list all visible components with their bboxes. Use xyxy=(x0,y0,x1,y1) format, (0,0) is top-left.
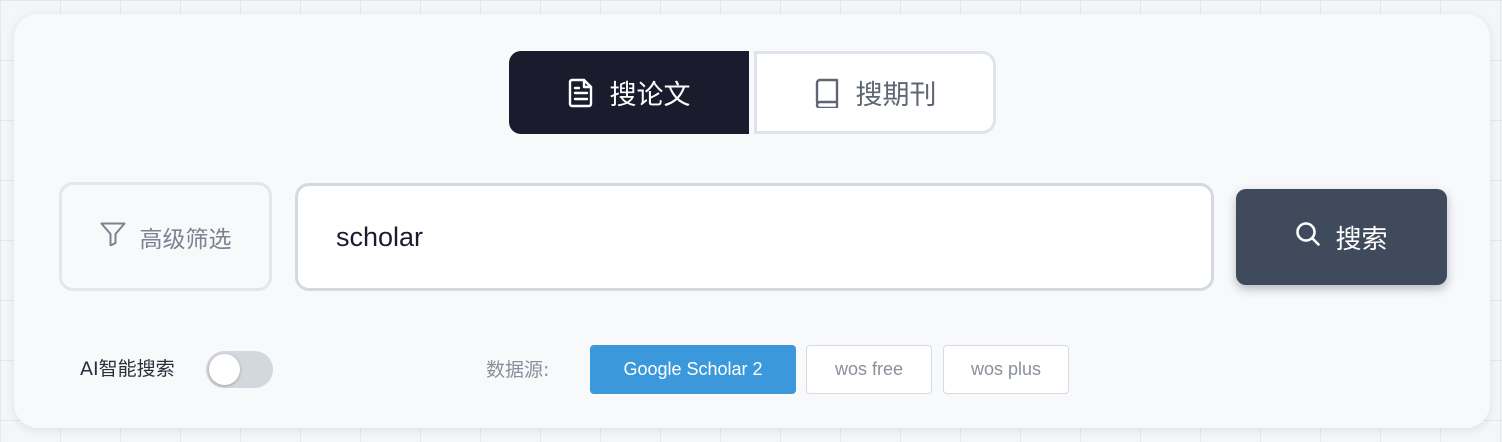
book-icon xyxy=(814,78,840,108)
advanced-filter-button[interactable]: 高级筛选 xyxy=(59,182,272,291)
source-wos-plus[interactable]: wos plus xyxy=(943,345,1069,394)
ai-search-label: AI智能搜索 xyxy=(80,358,175,380)
search-field xyxy=(295,183,1214,291)
search-icon xyxy=(1295,221,1321,254)
ai-search-toggle[interactable] xyxy=(206,351,273,388)
document-icon xyxy=(568,78,594,108)
tab-journals-label: 搜期刊 xyxy=(855,80,937,111)
search-button[interactable]: 搜索 xyxy=(1236,189,1447,285)
source-google-scholar-2[interactable]: Google Scholar 2 xyxy=(590,345,796,394)
search-panel: 搜论文 搜期刊 高级筛选 搜索 AI智能搜索 数据源: xyxy=(14,14,1490,428)
tab-papers[interactable]: 搜论文 xyxy=(509,51,749,134)
tab-papers-label: 搜论文 xyxy=(609,80,691,111)
data-source-label: 数据源: xyxy=(486,359,550,381)
source-wos-free[interactable]: wos free xyxy=(806,345,932,394)
tab-journals[interactable]: 搜期刊 xyxy=(754,51,996,134)
search-button-label: 搜索 xyxy=(1335,224,1388,255)
advanced-filter-label: 高级筛选 xyxy=(139,226,232,253)
search-input[interactable] xyxy=(298,221,1211,253)
toggle-knob xyxy=(209,354,240,385)
filter-icon xyxy=(100,222,126,252)
